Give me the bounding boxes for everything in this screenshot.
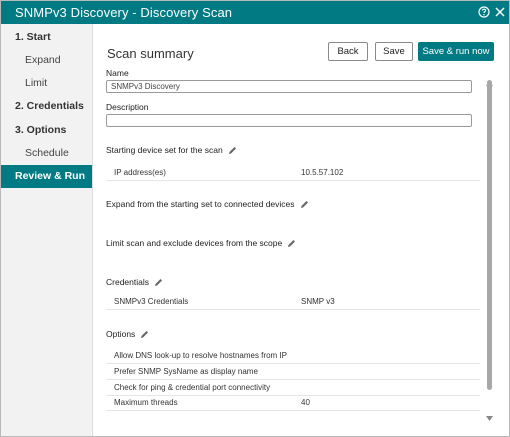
sidebar-item-label: 2. Credentials [15,100,84,112]
expand-section-title: Expand from the starting set to connecte… [106,199,309,209]
sidebar-item-label: Schedule [25,147,69,159]
sidebar-item-schedule[interactable]: Schedule [1,142,92,165]
limit-section-title: Limit scan and exclude devices from the … [106,238,296,248]
scrollbar-thumb[interactable] [487,80,492,390]
table-row: SNMPv3 Credentials SNMP v3 [106,294,480,310]
discovery-scan-window: SNMPv3 Discovery - Discovery Scan 1. Sta… [0,0,510,437]
save-button[interactable]: Save [375,42,413,61]
edit-pencil-icon[interactable] [140,330,149,339]
scan-summary-panel: Scan summary Back Save Save & run now Na… [93,24,509,436]
window-title: SNMPv3 Discovery - Discovery Scan [15,5,233,20]
section-title: Starting device set for the scan [106,145,223,155]
sidebar-item-limit[interactable]: Limit [1,72,92,95]
table-row: IP address(es) 10.5.57.102 [106,165,480,181]
sidebar-item-label: 3. Options [15,124,67,136]
name-field[interactable]: SNMPv3 Discovery [106,80,472,93]
credentials-section-title: Credentials [106,277,163,287]
scroll-up-arrow-icon[interactable] [486,73,493,86]
scroll-down-arrow-icon[interactable] [486,408,493,421]
sidebar-item-label: Limit [25,77,48,89]
wizard-sidebar: 1. Start Expand Limit 2. Credentials 3. … [1,24,93,436]
table-row: Check for ping & credential port connect… [106,380,480,396]
section-title: Options [106,329,136,339]
sidebar-item-review-run[interactable]: Review & Run [1,165,92,188]
options-section-title: Options [106,329,149,339]
sidebar-item-expand[interactable]: Expand [1,49,92,72]
section-title: Credentials [106,277,149,287]
title-bar: SNMPv3 Discovery - Discovery Scan [1,1,509,24]
table-row: Prefer SNMP SysName as display name [106,364,480,380]
back-button[interactable]: Back [328,42,368,61]
section-title: Limit scan and exclude devices from the … [106,238,283,248]
sidebar-item-credentials[interactable]: 2. Credentials [1,95,92,118]
sidebar-item-options[interactable]: 3. Options [1,119,92,142]
sidebar-item-label: 1. Start [15,31,51,43]
edit-pencil-icon[interactable] [154,278,163,287]
section-title: Expand from the starting set to connecte… [106,199,295,209]
save-and-run-button[interactable]: Save & run now [418,42,494,61]
description-field[interactable] [106,114,472,127]
edit-pencil-icon[interactable] [300,200,309,209]
sidebar-item-label: Expand [25,54,61,66]
sidebar-item-label: Review & Run [15,170,86,182]
close-icon[interactable] [493,5,507,19]
table-row: Maximum threads 40 [106,395,480,411]
edit-pencil-icon[interactable] [287,239,296,248]
table-row: Allow DNS look-up to resolve hostnames f… [106,348,480,364]
starting-set-section-title: Starting device set for the scan [106,145,237,155]
help-icon[interactable] [477,5,491,19]
description-label: Description [106,102,149,112]
name-label: Name [106,68,129,78]
edit-pencil-icon[interactable] [228,146,237,155]
page-title: Scan summary [107,46,194,61]
sidebar-item-start[interactable]: 1. Start [1,26,92,49]
